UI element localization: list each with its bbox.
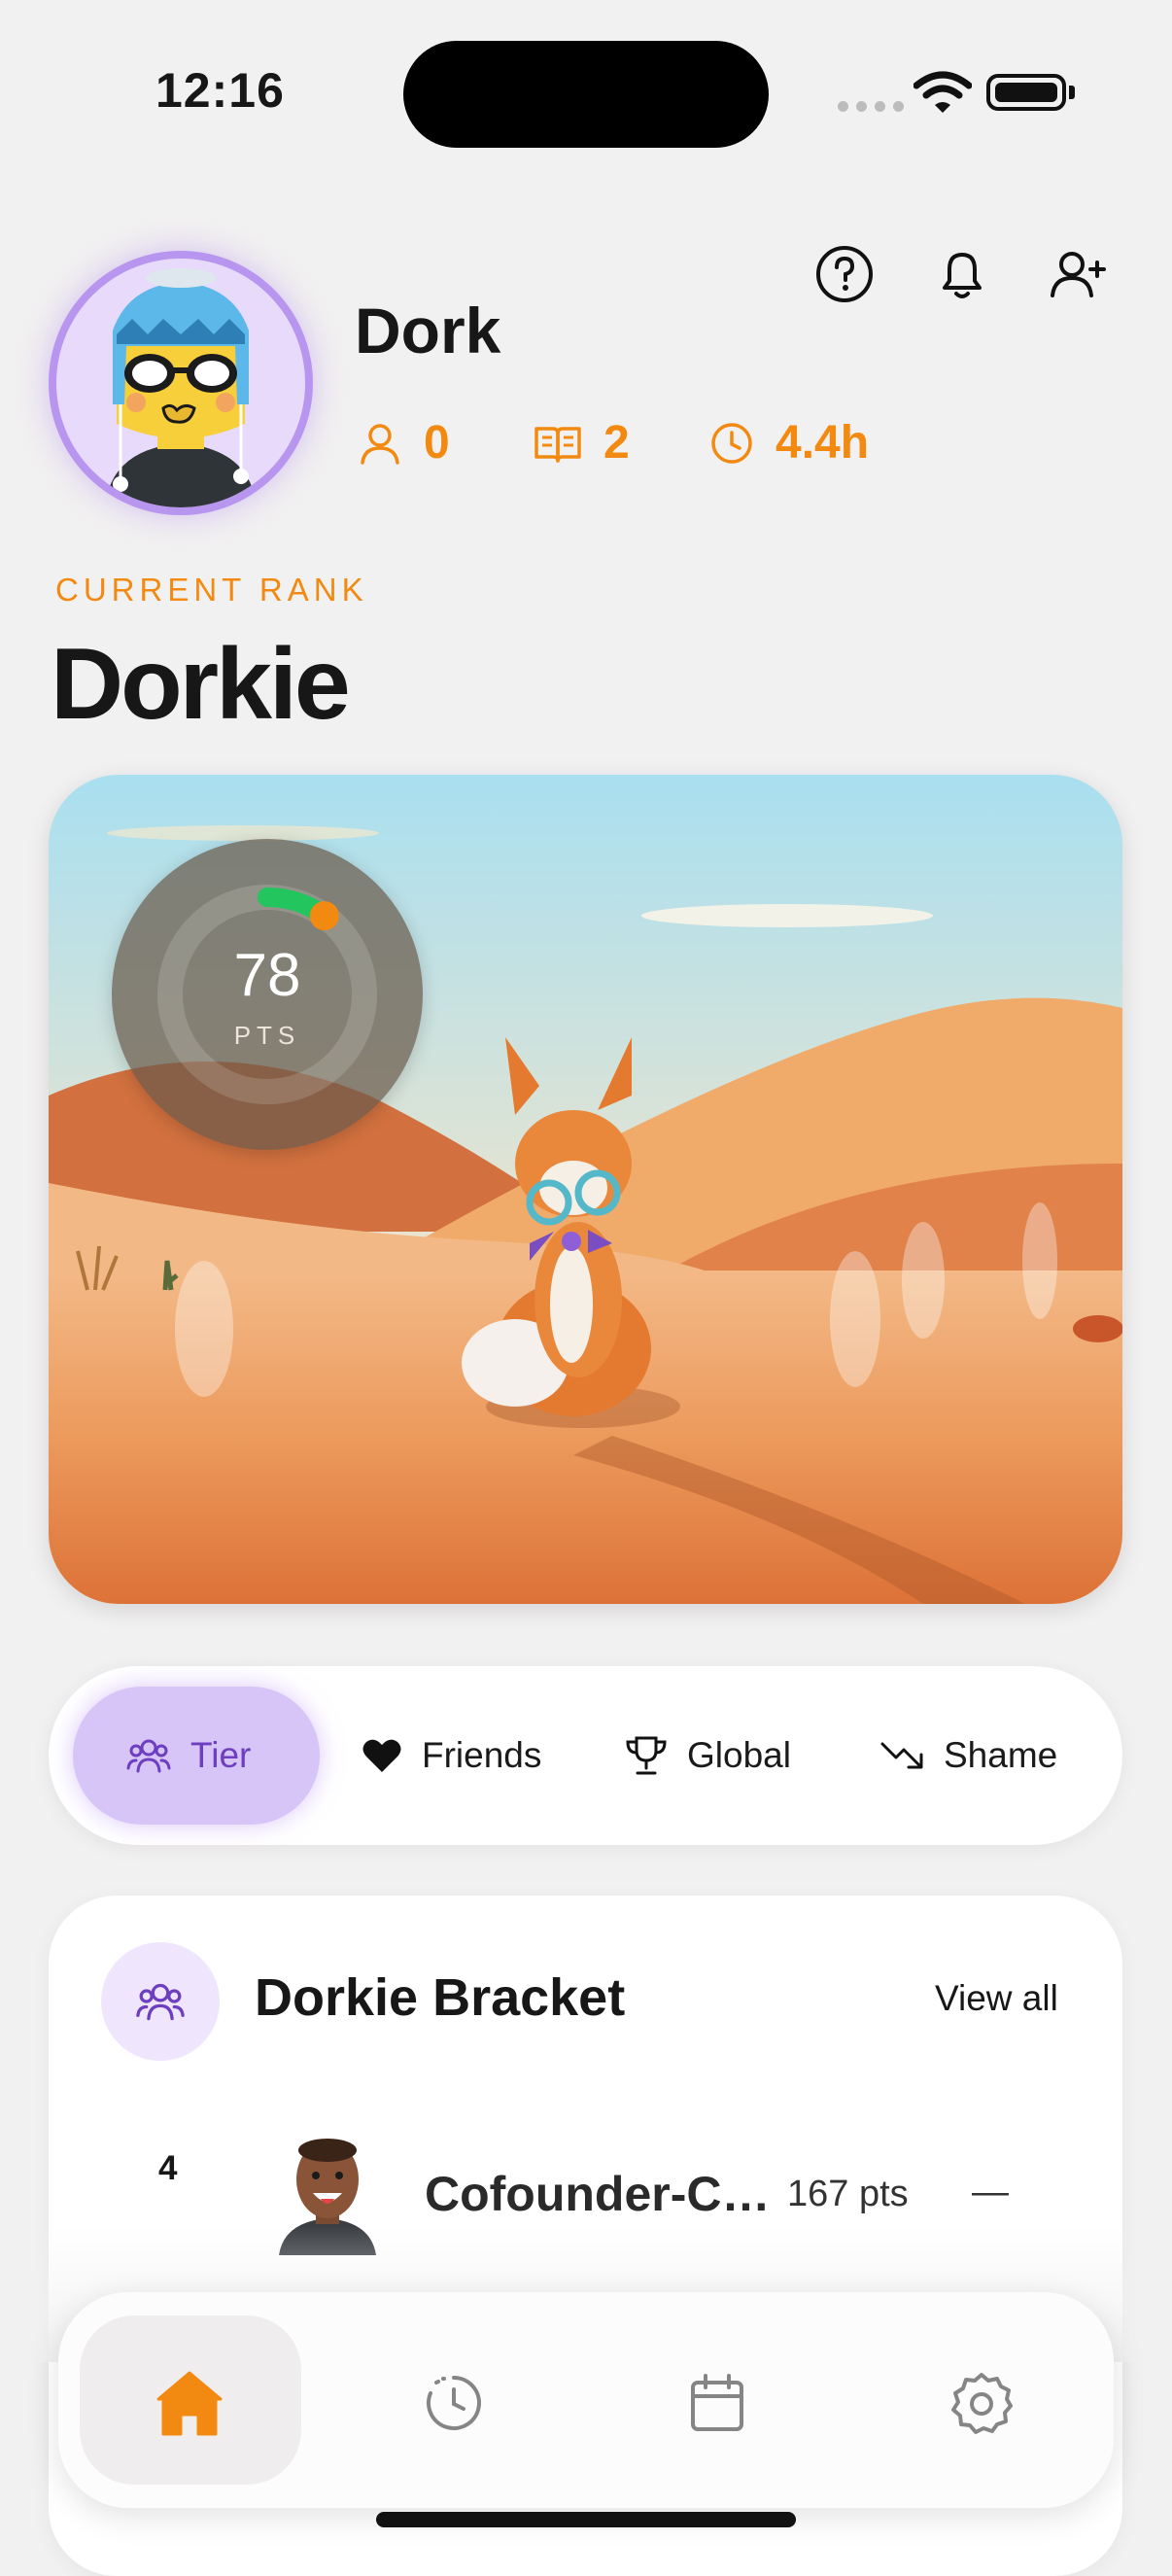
home-indicator: [376, 2512, 796, 2527]
tab-friends[interactable]: Friends: [362, 1726, 541, 1785]
entry-points: 167 pts: [787, 2174, 909, 2214]
nav-home[interactable]: [151, 2364, 228, 2442]
history-icon: [427, 2376, 481, 2430]
tab-tier[interactable]: Tier: [126, 1726, 251, 1785]
points-value: 78: [233, 942, 301, 1009]
time-stat: 4.4h: [709, 416, 869, 470]
avatar-character: [105, 268, 257, 507]
add-friend-icon[interactable]: [1047, 243, 1109, 305]
view-all-link[interactable]: View all: [935, 1978, 1058, 2019]
books-stat: 2: [534, 416, 630, 470]
avatar[interactable]: [49, 251, 313, 515]
status-time: 12:16: [155, 63, 285, 118]
users-icon: [126, 1739, 171, 1773]
tab-shame-label: Shame: [944, 1735, 1058, 1775]
reading-time: 4.4h: [776, 417, 870, 469]
battery-icon: [986, 74, 1066, 111]
cellular-signal-icon: [838, 101, 904, 112]
book-icon: [534, 426, 581, 463]
users-icon: [136, 1983, 185, 2021]
rank-name: Dorkie: [51, 628, 351, 741]
entry-trend: —: [972, 2172, 1009, 2212]
entry-name[interactable]: Cofounder-Cyr...: [425, 2166, 784, 2222]
dynamic-island: [403, 41, 769, 148]
user-name: Dork: [355, 295, 501, 366]
friends-stat: 0: [358, 416, 450, 470]
calendar-icon: [691, 2374, 743, 2431]
settings-icon: [951, 2373, 1013, 2434]
friends-count: 0: [424, 417, 450, 469]
tab-tier-label: Tier: [190, 1735, 252, 1775]
books-count: 2: [603, 417, 630, 469]
clock-icon: [711, 422, 752, 464]
tab-global[interactable]: Global: [625, 1726, 791, 1785]
battery-cap: [1069, 86, 1075, 99]
nav-history[interactable]: [415, 2364, 493, 2442]
user-icon: [361, 423, 399, 465]
tab-shame[interactable]: Shame: [879, 1726, 1057, 1785]
tab-friends-label: Friends: [422, 1735, 542, 1775]
home-icon: [156, 2371, 223, 2436]
bell-icon[interactable]: [931, 243, 993, 305]
nav-calendar[interactable]: [678, 2364, 756, 2442]
nav-settings[interactable]: [943, 2364, 1020, 2442]
trending-down-icon: [880, 1742, 923, 1769]
points-unit: PTS: [233, 1021, 301, 1050]
help-circle-icon[interactable]: [813, 243, 876, 305]
bracket-title: Dorkie Bracket: [255, 1968, 626, 2027]
heart-icon: [362, 1739, 401, 1772]
bracket-icon-badge: [101, 1942, 220, 2061]
current-rank-caption: CURRENT RANK: [55, 572, 368, 608]
tab-global-label: Global: [687, 1735, 791, 1775]
trophy-icon: [626, 1736, 667, 1775]
entry-rank: 4: [158, 2149, 178, 2187]
wifi-icon: [913, 71, 972, 113]
